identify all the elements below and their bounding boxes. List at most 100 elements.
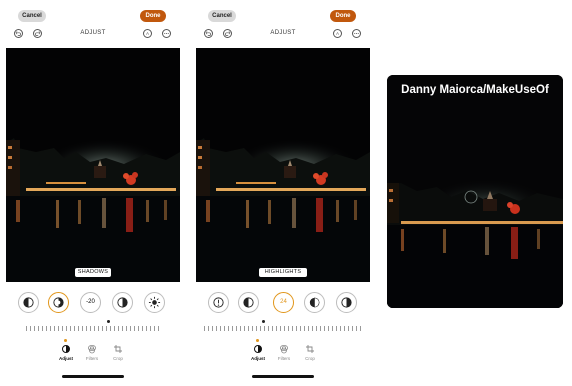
night-scene-image <box>387 75 563 308</box>
highlights-dial[interactable]: 24 <box>273 292 294 313</box>
tab-label: Adjust <box>251 356 265 361</box>
slider-tick <box>236 326 237 331</box>
page-title: ADJUST <box>270 30 296 36</box>
undo-icon[interactable] <box>14 29 23 38</box>
slider-tick <box>320 326 321 331</box>
slider-tick <box>130 326 131 331</box>
more-icon[interactable] <box>352 29 361 38</box>
shadows-icon[interactable] <box>304 292 325 313</box>
slider-tick <box>90 326 91 331</box>
cancel-button[interactable]: Cancel <box>18 10 46 22</box>
slider-tick <box>244 326 245 331</box>
slider-tick <box>280 326 281 331</box>
slider-tick <box>26 326 27 331</box>
slider-tick <box>30 326 31 331</box>
slider-tick <box>150 326 151 331</box>
slider-tick <box>122 326 123 331</box>
slider-tick <box>118 326 119 331</box>
slider-tick <box>82 326 83 331</box>
active-tab-dot <box>256 339 259 342</box>
slider-position-dot <box>107 320 110 323</box>
auto-icon[interactable] <box>208 292 229 313</box>
slider-tick <box>304 326 305 331</box>
brightness-icon[interactable] <box>144 292 165 313</box>
slider-tick <box>272 326 273 331</box>
slider-tick <box>348 326 349 331</box>
auto-enhance-icon[interactable]: A <box>143 29 152 38</box>
slider-tick <box>268 326 269 331</box>
home-indicator <box>252 375 314 378</box>
slider-tick <box>114 326 115 331</box>
slider-tick <box>54 326 55 331</box>
slider-tick <box>356 326 357 331</box>
slider-tick <box>74 326 75 331</box>
image-credit: Danny Maiorca/MakeUseOf <box>401 84 549 96</box>
slider-tick <box>154 326 155 331</box>
slider-tick <box>256 326 257 331</box>
contrast-icon[interactable] <box>112 292 133 313</box>
slider-tick <box>126 326 127 331</box>
shadows-dial[interactable]: -20 <box>80 292 101 313</box>
svg-text:A: A <box>146 31 149 36</box>
editor-panel-highlights: Cancel Done ADJUST A HIGHLIGHTS 24 Adjus… <box>196 0 370 386</box>
slider-tick <box>78 326 79 331</box>
slider-tick <box>98 326 99 331</box>
slider-tick <box>260 326 261 331</box>
slider-tick <box>336 326 337 331</box>
selected-tool-label: HIGHLIGHTS <box>259 268 307 277</box>
tab-crop[interactable]: Crop <box>298 344 322 361</box>
redo-icon[interactable] <box>223 29 232 38</box>
slider-tick <box>340 326 341 331</box>
tab-crop[interactable]: Crop <box>106 344 130 361</box>
slider-tick <box>102 326 103 331</box>
shadows-value: -20 <box>86 299 95 305</box>
redo-icon[interactable] <box>33 29 42 38</box>
slider-tick <box>34 326 35 331</box>
adjust-slider[interactable] <box>204 326 364 332</box>
more-icon[interactable] <box>162 29 171 38</box>
slider-tick <box>352 326 353 331</box>
done-button[interactable]: Done <box>140 10 166 22</box>
photo-preview[interactable]: SHADOWS <box>6 48 180 282</box>
slider-tick <box>42 326 43 331</box>
slider-tick <box>212 326 213 331</box>
slider-tick <box>240 326 241 331</box>
slider-tick <box>38 326 39 331</box>
slider-tick <box>110 326 111 331</box>
highlights-value: 24 <box>280 299 287 305</box>
slider-tick <box>50 326 51 331</box>
slider-tick <box>284 326 285 331</box>
cancel-button[interactable]: Cancel <box>208 10 236 22</box>
adjust-slider[interactable] <box>26 326 162 332</box>
undo-icon[interactable] <box>204 29 213 38</box>
brilliance-icon[interactable] <box>48 292 69 313</box>
slider-tick <box>324 326 325 331</box>
slider-tick <box>106 326 107 331</box>
slider-position-dot <box>262 320 265 323</box>
slider-tick <box>344 326 345 331</box>
slider-tick <box>328 326 329 331</box>
adjust-dial-icon <box>62 345 70 353</box>
done-button[interactable]: Done <box>330 10 356 22</box>
slider-tick <box>296 326 297 331</box>
adjust-dial-icon <box>254 345 262 353</box>
slider-tick <box>308 326 309 331</box>
auto-enhance-icon[interactable]: A <box>333 29 342 38</box>
slider-tick <box>158 326 159 331</box>
exposure-icon[interactable] <box>18 292 39 313</box>
slider-tick <box>252 326 253 331</box>
contrast-icon[interactable] <box>336 292 357 313</box>
tab-adjust[interactable]: Adjust <box>246 344 270 361</box>
slider-tick <box>134 326 135 331</box>
exposure-icon[interactable] <box>238 292 259 313</box>
slider-tick <box>288 326 289 331</box>
photo-preview[interactable]: HIGHLIGHTS <box>196 48 370 282</box>
tab-label: Crop <box>305 356 315 361</box>
tab-filters[interactable]: Filters <box>80 344 104 361</box>
tab-adjust[interactable]: Adjust <box>54 344 78 361</box>
filters-icon <box>280 345 288 354</box>
slider-tick <box>216 326 217 331</box>
filters-icon <box>88 345 96 354</box>
slider-tick <box>264 326 265 331</box>
tab-filters[interactable]: Filters <box>272 344 296 361</box>
